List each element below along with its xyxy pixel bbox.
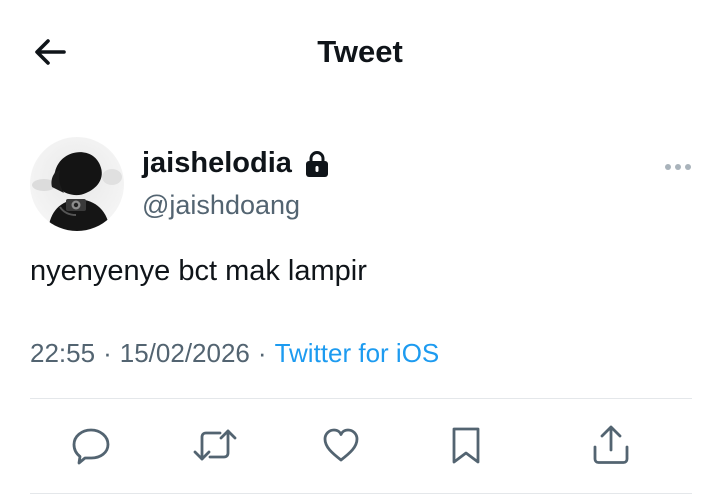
share-button[interactable] xyxy=(588,424,634,470)
tweet-text: nyenyenye bct mak lampir xyxy=(30,255,367,287)
bookmark-icon xyxy=(448,425,484,470)
display-name-row: jaishelodia xyxy=(142,147,330,180)
tweet-meta: 22:55 · 15/02/2026 · Twitter for iOS xyxy=(30,338,439,369)
heart-icon xyxy=(321,425,361,470)
divider xyxy=(30,493,692,494)
tweet-date: 15/02/2026 xyxy=(119,338,250,368)
tweet-source-link[interactable]: Twitter for iOS xyxy=(275,338,440,368)
tweet-time: 22:55 xyxy=(30,338,96,368)
like-button[interactable] xyxy=(318,424,364,470)
display-name[interactable]: jaishelodia xyxy=(142,147,292,180)
user-handle[interactable]: @jaishdoang xyxy=(142,190,300,221)
tweet-detail-screen: Tweet jaishelodia @jaishdoang nyenyenye … xyxy=(0,0,720,496)
meta-separator: · xyxy=(103,338,112,368)
retweet-button[interactable] xyxy=(192,424,238,470)
meta-separator: · xyxy=(257,338,267,368)
bookmark-button[interactable] xyxy=(443,424,489,470)
reply-button[interactable] xyxy=(68,424,114,470)
more-options-button[interactable] xyxy=(660,158,696,178)
retweet-icon xyxy=(192,425,238,470)
lock-icon xyxy=(304,150,330,178)
share-icon xyxy=(591,424,631,471)
page-title: Tweet xyxy=(317,34,403,69)
divider xyxy=(30,398,692,399)
reply-icon xyxy=(71,425,111,470)
more-horizontal-icon xyxy=(663,159,693,177)
avatar[interactable] xyxy=(30,137,124,231)
tweet-actions-bar xyxy=(0,424,720,470)
